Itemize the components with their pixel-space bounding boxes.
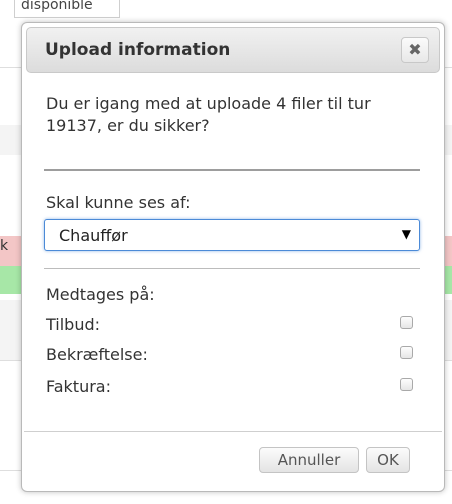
visibility-select-value: Chauffør <box>59 226 128 245</box>
visibility-label: Skal kunne ses af: <box>46 193 191 212</box>
background-tab: disponible <box>14 0 120 18</box>
section-divider <box>44 268 420 269</box>
chevron-down-icon: ▼ <box>401 227 411 241</box>
confirmation-message: Du er igang med at uploade 4 filer til t… <box>46 94 371 135</box>
close-icon: ✖ <box>408 40 422 59</box>
dialog-title: Upload information <box>45 40 231 60</box>
cancel-button[interactable]: Annuller <box>259 447 359 473</box>
checkbox-label-faktura: Faktura: <box>46 377 111 396</box>
faktura-checkbox[interactable] <box>400 378 413 391</box>
tilbud-checkbox[interactable] <box>400 316 413 329</box>
upload-dialog: Upload information ✖ Du er igang med at … <box>21 22 445 492</box>
background-fragment: k <box>0 238 8 262</box>
checkbox-label-tilbud: Tilbud: <box>46 315 101 334</box>
close-button[interactable]: ✖ <box>401 37 429 63</box>
include-label: Medtages på: <box>46 285 155 304</box>
visibility-select[interactable]: Chauffør ▼ <box>44 219 420 251</box>
footer-divider <box>24 431 442 432</box>
checkbox-label-bekraeftelse: Bekræftelse: <box>46 345 148 364</box>
ok-button[interactable]: OK <box>366 447 410 473</box>
dialog-titlebar[interactable]: Upload information ✖ <box>26 27 440 73</box>
section-divider <box>44 169 420 171</box>
bekraeftelse-checkbox[interactable] <box>400 346 413 359</box>
